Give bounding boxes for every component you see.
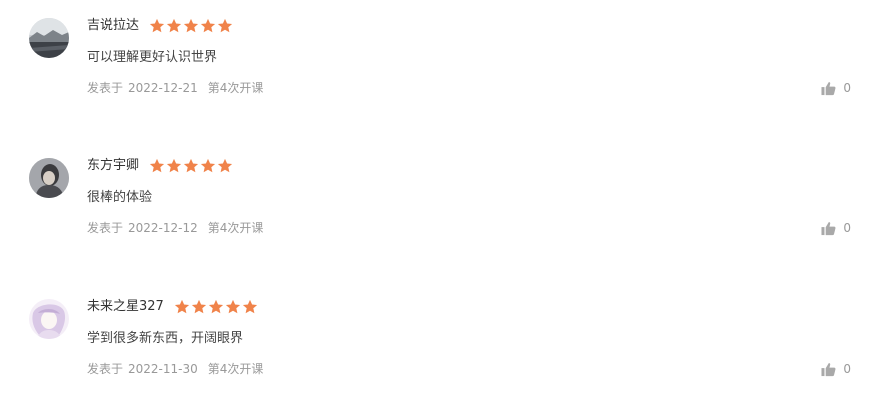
star-icon [217, 18, 233, 34]
anime-avatar-icon [29, 299, 69, 339]
thumbs-up-icon[interactable] [821, 221, 836, 236]
landscape-avatar-icon [29, 18, 69, 58]
star-icon [183, 18, 199, 34]
comment-meta: 发表于 2022-12-21 第4次开课 [87, 77, 263, 99]
comment-meta: 发表于 2022-12-12 第4次开课 [87, 217, 263, 239]
session-label: 第4次开课 [207, 362, 264, 376]
thumbs-up-icon[interactable] [821, 362, 836, 377]
name-row: 未来之星327 [87, 296, 259, 318]
comment-date: 2022-12-21 [128, 81, 198, 95]
comment-date: 2022-12-12 [128, 221, 198, 235]
star-icon [166, 158, 182, 174]
star-icon [174, 299, 190, 315]
comment-text: 可以理解更好认识世界 [87, 50, 218, 65]
avatar[interactable] [29, 18, 69, 58]
star-icon [242, 299, 258, 315]
like-button[interactable]: 0 [821, 218, 851, 238]
portrait-avatar-icon [29, 158, 69, 198]
avatar[interactable] [29, 158, 69, 198]
star-icon [200, 18, 216, 34]
star-icon [166, 18, 182, 34]
star-icon [208, 299, 224, 315]
star-icon [191, 299, 207, 315]
comment-item: 吉说拉达 可以理解更好认识世界 发表于 2022-12-21 第4次开课 0 [0, 0, 880, 100]
username[interactable]: 吉说拉达 [87, 15, 139, 37]
comment-date: 2022-11-30 [128, 362, 198, 376]
username[interactable]: 东方宇卿 [87, 155, 139, 177]
name-row: 吉说拉达 [87, 15, 234, 37]
star-icon [149, 158, 165, 174]
star-icon [225, 299, 241, 315]
comment-text: 学到很多新东西，开阔眼界 [87, 331, 244, 346]
star-icon [200, 158, 216, 174]
comment-item: 东方宇卿 很棒的体验 发表于 2022-12-12 第4次开课 0 [0, 140, 880, 240]
like-count: 0 [843, 81, 851, 95]
username[interactable]: 未来之星327 [87, 296, 164, 318]
rating-stars [149, 18, 234, 34]
rating-stars [174, 299, 259, 315]
session-label: 第4次开课 [207, 221, 264, 235]
like-button[interactable]: 0 [821, 78, 851, 98]
name-row: 东方宇卿 [87, 155, 234, 177]
star-icon [217, 158, 233, 174]
comment-list: 吉说拉达 可以理解更好认识世界 发表于 2022-12-21 第4次开课 0 东… [0, 0, 880, 416]
rating-stars [149, 158, 234, 174]
star-icon [149, 18, 165, 34]
session-label: 第4次开课 [207, 81, 264, 95]
like-count: 0 [843, 362, 851, 376]
avatar[interactable] [29, 299, 69, 339]
thumbs-up-icon[interactable] [821, 81, 836, 96]
star-icon [183, 158, 199, 174]
comment-item: 未来之星327 学到很多新东西，开阔眼界 发表于 2022-11-30 第4次开课 … [0, 281, 880, 381]
comment-meta: 发表于 2022-11-30 第4次开课 [87, 358, 263, 380]
like-count: 0 [843, 221, 851, 235]
date-label: 发表于 [87, 81, 124, 95]
like-button[interactable]: 0 [821, 359, 851, 379]
date-label: 发表于 [87, 221, 124, 235]
comment-text: 很棒的体验 [87, 190, 153, 205]
date-label: 发表于 [87, 362, 124, 376]
